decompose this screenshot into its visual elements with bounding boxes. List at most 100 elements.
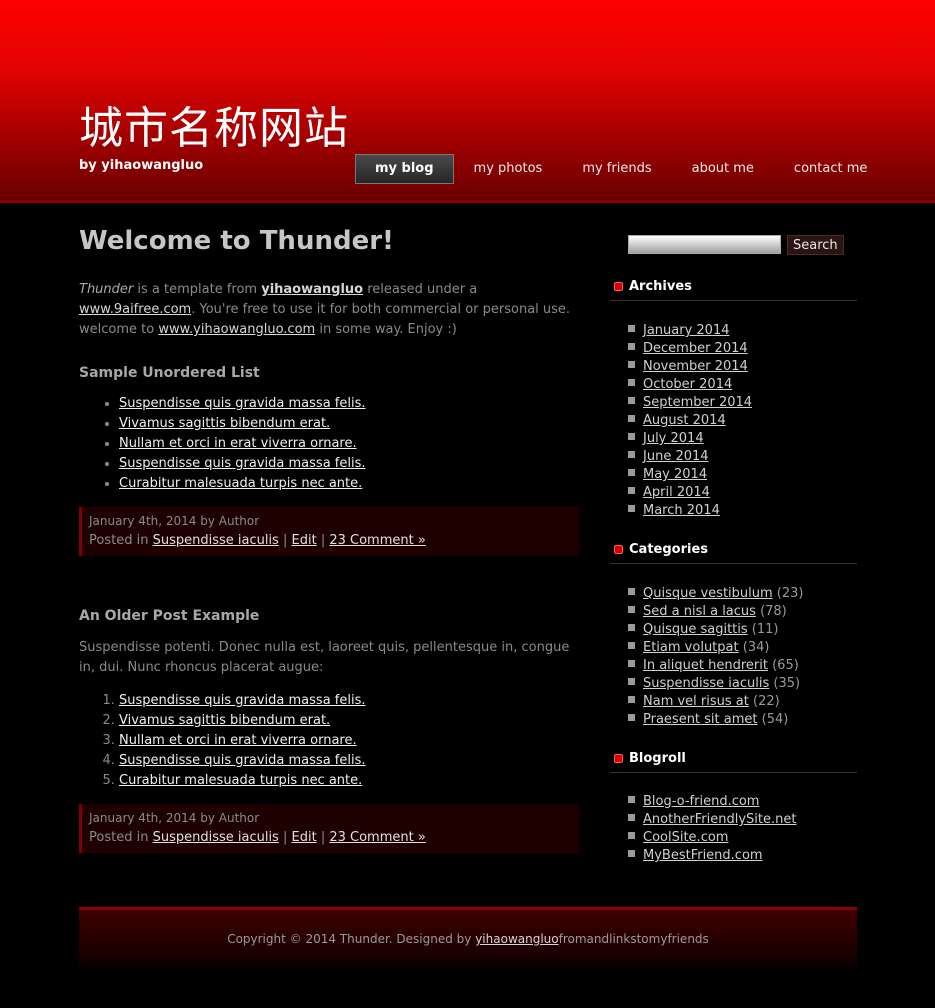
list-item: Curabitur malesuada turpis nec ante. xyxy=(119,474,579,494)
list-item: AnotherFriendlySite.net xyxy=(628,811,796,829)
square-bullet-icon xyxy=(628,588,635,595)
copyright-text: Copyright © 2014 Thunder. Designed by xyxy=(227,932,476,946)
meta-separator: | xyxy=(278,830,292,845)
site-link[interactable]: www.yihaowangluo.com xyxy=(158,322,315,337)
list-link[interactable]: Suspendisse quis gravida massa felis. xyxy=(119,753,366,768)
square-bullet-icon xyxy=(628,451,635,458)
category-link[interactable]: Etiam volutpat xyxy=(643,640,739,655)
list-item: Suspendisse quis gravida massa felis. xyxy=(119,691,579,711)
meta-label: Posted in xyxy=(89,533,153,548)
nav-my-blog[interactable]: my blog xyxy=(355,154,454,184)
list-item: Suspendisse quis gravida massa felis. xyxy=(119,454,579,474)
square-bullet-icon xyxy=(628,624,635,631)
blogroll-list: Blog-o-friend.com AnotherFriendlySite.ne… xyxy=(628,793,796,865)
archive-link[interactable]: September 2014 xyxy=(643,395,752,410)
list-link[interactable]: Nullam et orci in erat viverra ornare. xyxy=(119,436,357,451)
category-link[interactable]: In aliquet hendrerit xyxy=(643,658,768,673)
main-content: Welcome to Thunder! Thunder is a templat… xyxy=(79,222,579,853)
square-bullet-icon xyxy=(628,850,635,857)
category-link[interactable]: Suspendisse iaculis xyxy=(643,676,769,691)
archive-link[interactable]: May 2014 xyxy=(643,467,707,482)
subheading: Sample Unordered List xyxy=(79,365,260,381)
site-subtitle: by yihaowangluo xyxy=(79,158,204,173)
post-title: An Older Post Example xyxy=(79,608,260,624)
header: 城市名称网站 by yihaowangluo my blog my photos… xyxy=(0,0,935,200)
bullet-icon xyxy=(614,282,623,291)
search-form: Search xyxy=(628,235,844,255)
archive-link[interactable]: January 2014 xyxy=(643,323,730,338)
designer-link[interactable]: yihaowangluo xyxy=(475,932,558,946)
list-link[interactable]: Vivamus sagittis bibendum erat. xyxy=(119,416,330,431)
list-item: CoolSite.com xyxy=(628,829,796,847)
edit-link[interactable]: Edit xyxy=(292,533,317,548)
list-item: July 2014 xyxy=(628,430,752,448)
blogroll-link[interactable]: AnotherFriendlySite.net xyxy=(643,812,796,827)
square-bullet-icon xyxy=(628,814,635,821)
nav-my-photos[interactable]: my photos xyxy=(454,154,563,184)
category-link[interactable]: Quisque vestibulum xyxy=(643,586,773,601)
category-count: (78) xyxy=(755,604,787,619)
archive-link[interactable]: June 2014 xyxy=(643,449,709,464)
nav-contact-me[interactable]: contact me xyxy=(774,154,887,184)
category-link[interactable]: Nam vel risus at xyxy=(643,694,749,709)
template-name: Thunder xyxy=(79,282,134,297)
sidebar-title: Categories xyxy=(629,542,709,557)
meta-separator: | xyxy=(278,533,292,548)
category-count: (22) xyxy=(748,694,780,709)
intro-text: released under a xyxy=(363,282,478,297)
footer: Copyright © 2014 Thunder. Designed by yi… xyxy=(79,907,857,969)
list-item: In aliquet hendrerit (65) xyxy=(628,657,804,675)
category-link[interactable]: Suspendisse iaculis xyxy=(153,533,279,548)
list-item: Nullam et orci in erat viverra ornare. xyxy=(119,434,579,454)
category-count: (54) xyxy=(757,712,789,727)
list-item: June 2014 xyxy=(628,448,752,466)
list-item: May 2014 xyxy=(628,466,752,484)
post-date: January 4th, 2014 by Author xyxy=(89,811,260,825)
search-input[interactable] xyxy=(628,235,781,254)
list-link[interactable]: Nullam et orci in erat viverra ornare. xyxy=(119,733,357,748)
list-item: Nam vel risus at (22) xyxy=(628,693,804,711)
archives-heading: Archives xyxy=(610,279,857,301)
list-link[interactable]: Suspendisse quis gravida massa felis. xyxy=(119,693,366,708)
category-link[interactable]: Quisque sagittis xyxy=(643,622,748,637)
category-link[interactable]: Suspendisse iaculis xyxy=(153,830,279,845)
category-count: (65) xyxy=(767,658,799,673)
nav-about-me[interactable]: about me xyxy=(672,154,774,184)
bullet-icon xyxy=(614,754,623,763)
archive-link[interactable]: July 2014 xyxy=(643,431,704,446)
list-item: December 2014 xyxy=(628,340,752,358)
comments-link[interactable]: 23 Comment » xyxy=(329,830,425,845)
archive-link[interactable]: August 2014 xyxy=(643,413,726,428)
category-link[interactable]: Sed a nisl a lacus xyxy=(643,604,756,619)
list-link[interactable]: Suspendisse quis gravida massa felis. xyxy=(119,396,366,411)
comments-link[interactable]: 23 Comment » xyxy=(329,533,425,548)
list-link[interactable]: Curabitur malesuada turpis nec ante. xyxy=(119,476,362,491)
archive-link[interactable]: November 2014 xyxy=(643,359,748,374)
post-meta: January 4th, 2014 by Author Posted in Su… xyxy=(79,804,579,853)
archive-link[interactable]: April 2014 xyxy=(643,485,710,500)
square-bullet-icon xyxy=(628,660,635,667)
category-count: (23) xyxy=(772,586,804,601)
list-link[interactable]: Curabitur malesuada turpis nec ante. xyxy=(119,773,362,788)
archive-link[interactable]: December 2014 xyxy=(643,341,748,356)
sidebar-title: Archives xyxy=(629,279,692,294)
square-bullet-icon xyxy=(628,678,635,685)
list-item: Blog-o-friend.com xyxy=(628,793,796,811)
blogroll-link[interactable]: MyBestFriend.com xyxy=(643,848,763,863)
list-item: January 2014 xyxy=(628,322,752,340)
blogroll-link[interactable]: Blog-o-friend.com xyxy=(643,794,759,809)
list-link[interactable]: Suspendisse quis gravida massa felis. xyxy=(119,456,366,471)
license-link[interactable]: www.9aifree.com xyxy=(79,302,191,317)
blogroll-link[interactable]: CoolSite.com xyxy=(643,830,728,845)
archive-link[interactable]: October 2014 xyxy=(643,377,732,392)
category-link[interactable]: Praesent sit amet xyxy=(643,712,758,727)
square-bullet-icon xyxy=(628,505,635,512)
intro-text: in some way. Enjoy :) xyxy=(315,322,457,337)
nav-my-friends[interactable]: my friends xyxy=(562,154,671,184)
edit-link[interactable]: Edit xyxy=(292,830,317,845)
author-link[interactable]: yihaowangluo xyxy=(261,282,363,297)
search-button[interactable]: Search xyxy=(787,235,844,255)
list-link[interactable]: Vivamus sagittis bibendum erat. xyxy=(119,713,330,728)
archive-link[interactable]: March 2014 xyxy=(643,503,720,518)
square-bullet-icon xyxy=(628,469,635,476)
